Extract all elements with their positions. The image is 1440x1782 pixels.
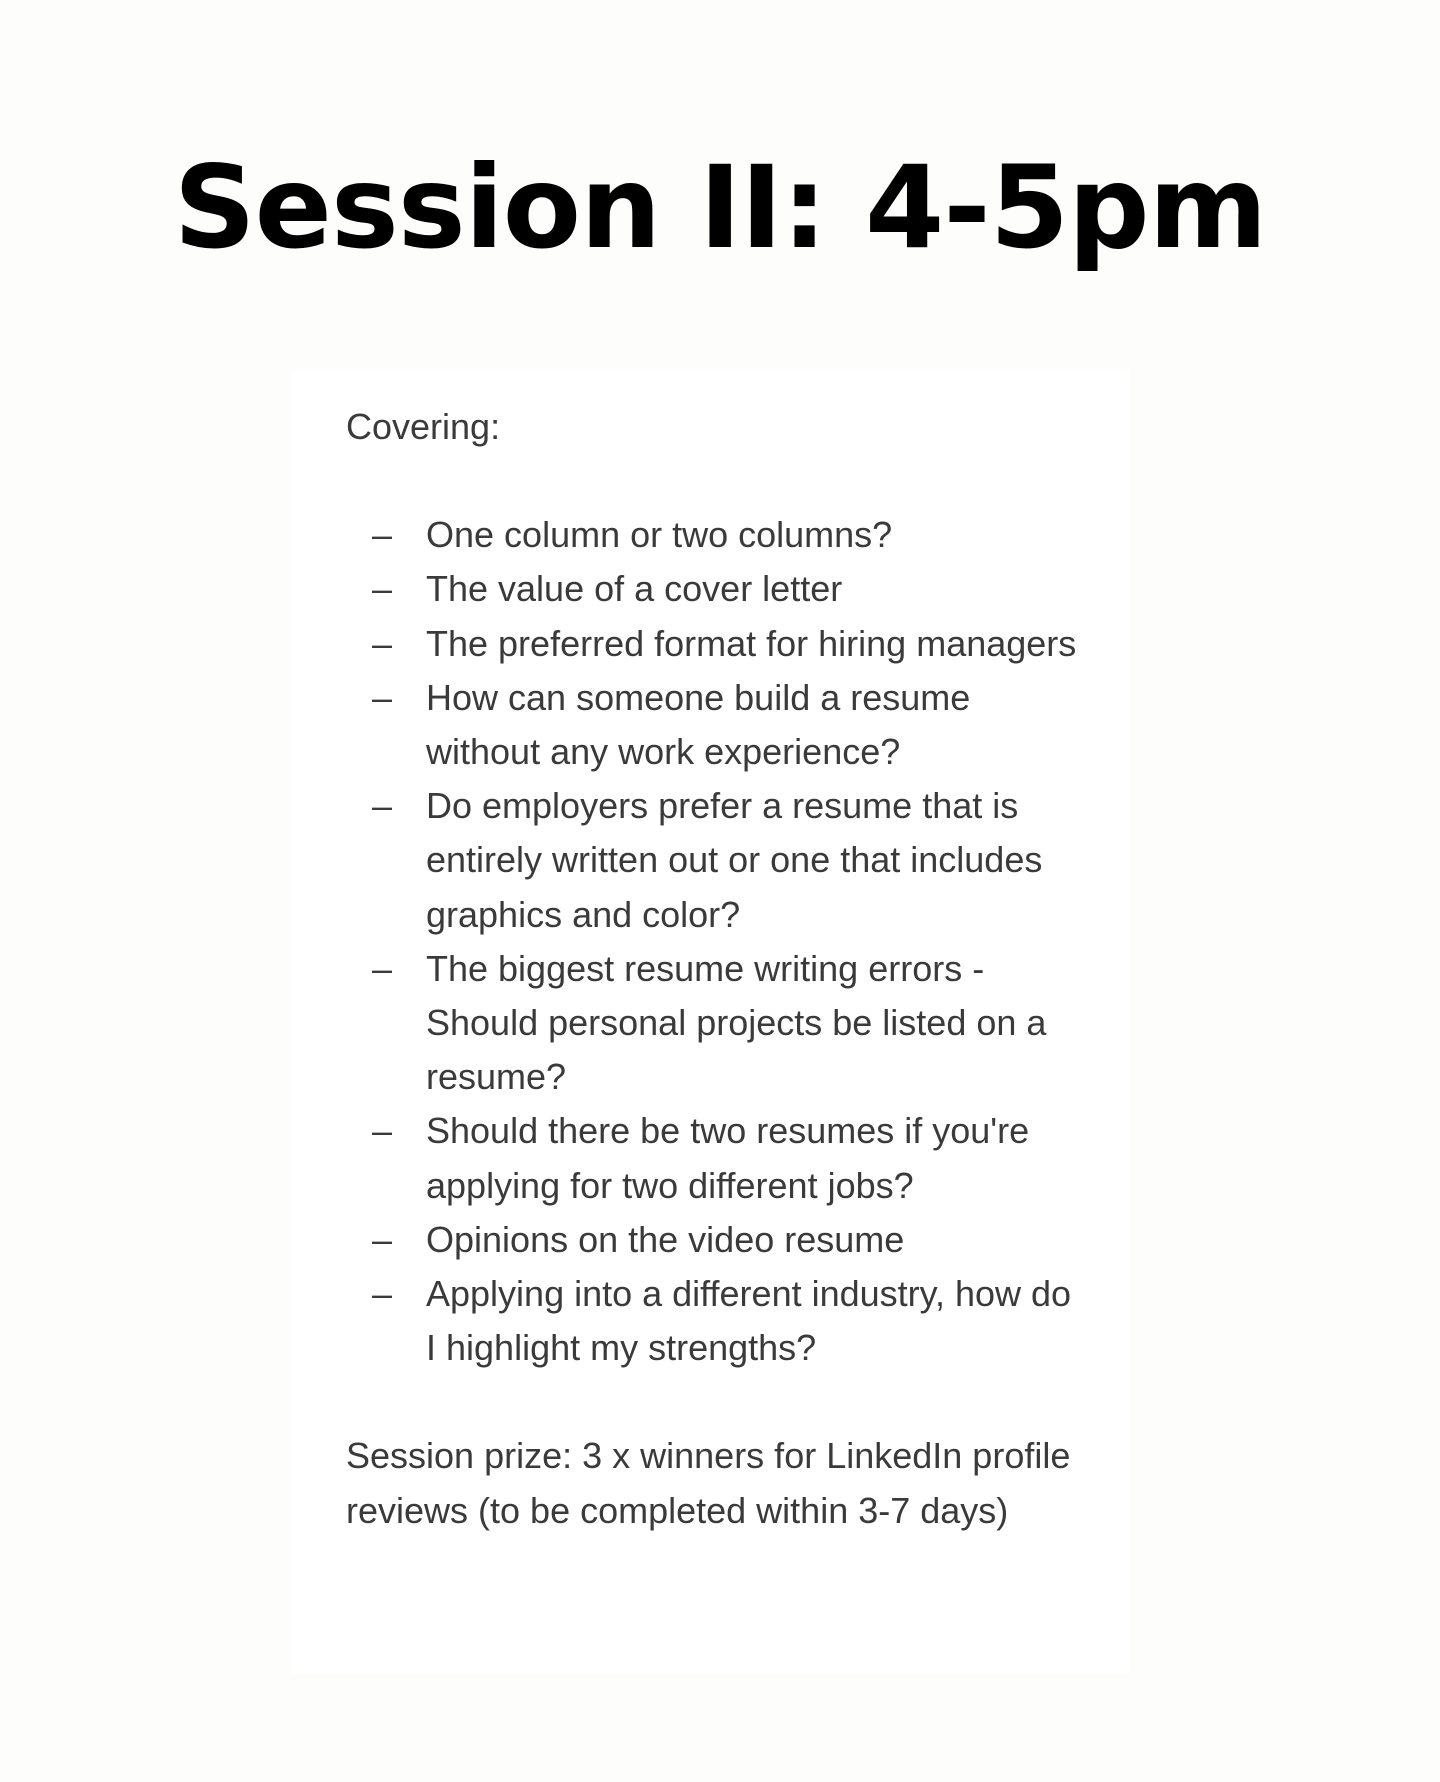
list-item-text: Should there be two resumes if you're ap…: [426, 1110, 1030, 1206]
list-item: – The preferred format for hiring manage…: [346, 617, 1078, 671]
session-details-card: Covering: – One column or two columns? –…: [292, 370, 1130, 1674]
session-prize-text: Session prize: 3 x winners for LinkedIn …: [346, 1435, 1071, 1531]
dash-bullet-icon: –: [372, 676, 393, 718]
list-item-text: The value of a cover letter: [426, 568, 843, 610]
list-item: – Should there be two resumes if you're …: [346, 1104, 1078, 1212]
dash-bullet-icon: –: [372, 568, 393, 610]
covering-label: Covering:: [346, 406, 501, 447]
list-item: – The value of a cover letter: [346, 562, 1078, 616]
list-item: – The biggest resume writing errors - Sh…: [346, 942, 1078, 1105]
list-item-text: The biggest resume writing errors - Shou…: [426, 947, 1047, 1098]
dash-bullet-icon: –: [372, 947, 393, 989]
list-item-text: How can someone build a resume without a…: [426, 676, 971, 773]
list-item-text: Do employers prefer a resume that is ent…: [426, 785, 1043, 935]
list-item: – Applying into a different industry, ho…: [346, 1267, 1078, 1375]
dash-bullet-icon: –: [372, 1218, 393, 1260]
topics-list: – One column or two columns? – The value…: [346, 508, 1078, 1375]
list-item: – How can someone build a resume without…: [346, 671, 1078, 779]
list-item-text: The preferred format for hiring managers: [426, 622, 1077, 664]
page-title: Session II: 4-5pm: [173, 141, 1268, 274]
list-item: – One column or two columns?: [346, 508, 1078, 562]
dash-bullet-icon: –: [372, 785, 393, 827]
list-item: – Do employers prefer a resume that is e…: [346, 779, 1078, 942]
dash-bullet-icon: –: [372, 1110, 393, 1152]
list-item-text: Opinions on the video resume: [426, 1218, 905, 1260]
dash-bullet-icon: –: [372, 1273, 393, 1315]
list-item: – Opinions on the video resume: [346, 1213, 1078, 1267]
list-item-text: One column or two columns?: [426, 514, 893, 556]
dash-bullet-icon: –: [372, 514, 393, 556]
list-item-text: Applying into a different industry, how …: [426, 1273, 1072, 1369]
dash-bullet-icon: –: [372, 622, 393, 664]
